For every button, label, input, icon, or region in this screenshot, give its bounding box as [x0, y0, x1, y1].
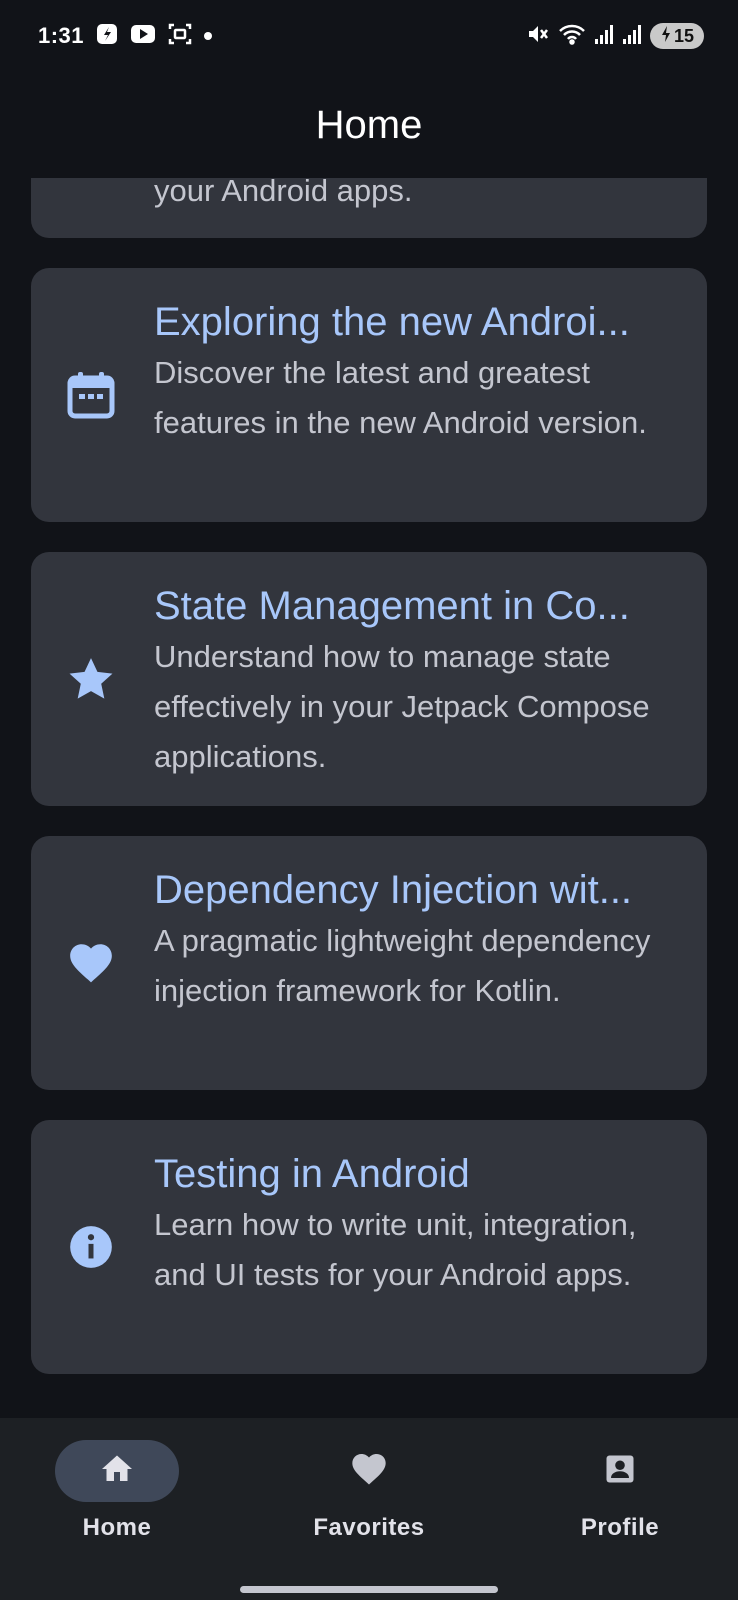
page-title: Home — [315, 102, 423, 147]
home-icon — [99, 1451, 135, 1492]
status-bar: 1:31 15 — [0, 0, 738, 72]
shazam-icon — [96, 23, 118, 50]
gesture-handle[interactable] — [240, 1586, 498, 1593]
screenshot-icon — [168, 22, 192, 51]
nav-item-home[interactable]: Home — [17, 1440, 217, 1550]
youtube-icon — [130, 24, 156, 49]
card-body: State Management in Co... Understand how… — [154, 580, 677, 782]
nav-label: Favorites — [313, 1514, 425, 1541]
card-title: Testing in Android — [154, 1152, 470, 1196]
article-card[interactable]: Dependency Injection wit... A pragmatic … — [31, 836, 707, 1090]
nav-item-favorites[interactable]: Favorites — [269, 1440, 469, 1550]
wifi-icon — [558, 22, 586, 51]
star-icon — [65, 653, 117, 705]
card-title: Exploring the new Androi... — [154, 300, 630, 344]
article-card[interactable]: your Android apps. — [31, 178, 707, 238]
card-body: Dependency Injection wit... A pragmatic … — [154, 864, 677, 1016]
article-list[interactable]: your Android apps. Exploring the new And… — [0, 178, 738, 1418]
battery-charging-icon — [660, 25, 672, 48]
article-card[interactable]: Exploring the new Androi... Discover the… — [31, 268, 707, 522]
battery-level: 15 — [673, 25, 695, 46]
status-right: 15 — [526, 22, 704, 51]
nav-indicator — [558, 1440, 682, 1502]
top-app-bar: Home — [0, 72, 738, 178]
status-time: 1:31 — [38, 23, 85, 48]
bottom-navigation: Home Favorites Profile — [0, 1418, 738, 1600]
card-description: Learn how to write unit, integration, an… — [154, 1207, 637, 1292]
nav-label: Profile — [580, 1514, 660, 1541]
card-title: State Management in Co... — [154, 584, 630, 628]
signal-icon — [594, 23, 614, 50]
card-description: A pragmatic lightweight dependency injec… — [154, 923, 651, 1008]
nav-item-profile[interactable]: Profile — [520, 1440, 720, 1550]
heart-icon — [349, 1449, 389, 1494]
card-description: Discover the latest and greatest feature… — [154, 355, 647, 440]
card-body: Exploring the new Androi... Discover the… — [154, 296, 677, 448]
battery-indicator: 15 — [650, 23, 704, 49]
notification-dot-icon — [204, 32, 213, 40]
signal-icon — [622, 23, 642, 50]
nav-label: Home — [82, 1514, 152, 1541]
info-icon — [65, 1221, 117, 1273]
card-title: Dependency Injection wit... — [154, 868, 633, 912]
card-body: Testing in Android Learn how to write un… — [154, 1148, 677, 1300]
article-card[interactable]: Testing in Android Learn how to write un… — [31, 1120, 707, 1374]
status-left: 1:31 — [38, 22, 213, 51]
mute-icon — [526, 22, 550, 51]
card-description: your Android apps. — [154, 178, 413, 208]
calendar-icon — [65, 369, 117, 421]
article-card[interactable]: State Management in Co... Understand how… — [31, 552, 707, 806]
card-description: Understand how to manage state effective… — [154, 639, 650, 774]
heart-icon — [65, 937, 117, 989]
nav-indicator — [307, 1440, 431, 1502]
profile-icon — [602, 1451, 638, 1492]
nav-indicator — [55, 1440, 179, 1502]
